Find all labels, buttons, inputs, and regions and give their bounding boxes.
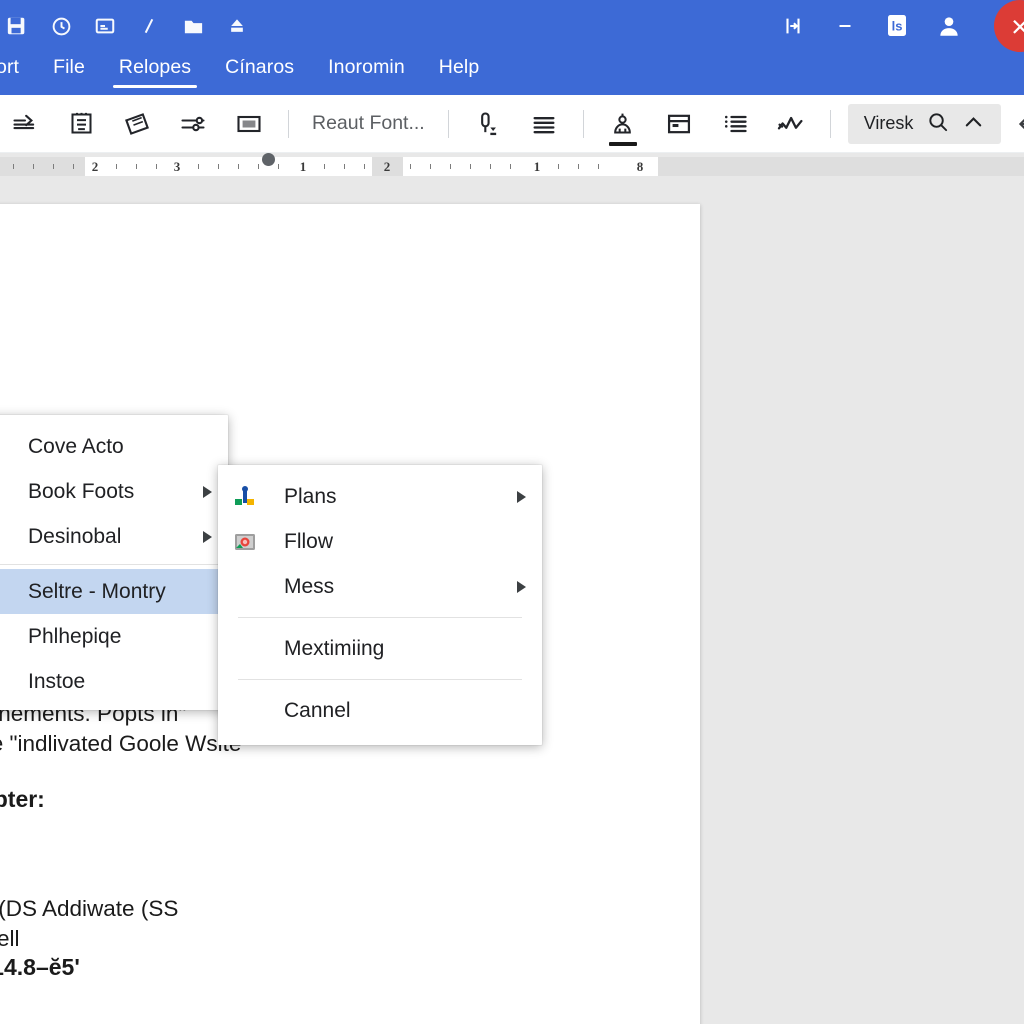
chevron-right-icon [517, 580, 526, 593]
doc-subheading: Sipter: [0, 786, 45, 812]
person-icon[interactable] [602, 104, 644, 146]
menu-item-file[interactable]: File [36, 48, 102, 95]
context-menu[interactable]: Cove Acto Book Foots Desinobal Seltrе - … [0, 415, 228, 710]
document-canvas: Home rl ahcousd Cry, and time Flow do vi… [0, 180, 1024, 1024]
toolbar-separator [582, 109, 584, 138]
menu-option-book-foots[interactable]: Book Foots [0, 469, 228, 514]
menu-option-cove-acto[interactable]: Cove Acto [0, 424, 228, 469]
submenu-option-label: Mess [284, 574, 335, 598]
ruler-number: 2 [383, 159, 391, 174]
ruler-number: 1 [533, 159, 541, 174]
split-window-icon[interactable] [778, 11, 808, 41]
pin-chart-icon [232, 484, 258, 510]
submenu-option-label: Mextimiing [284, 636, 385, 660]
close-button[interactable]: × [994, 0, 1024, 52]
print-preview-icon[interactable] [92, 13, 118, 39]
search-label: Viresk [863, 113, 914, 133]
minimize-icon[interactable] [830, 11, 860, 41]
ruler-number: 8 [636, 159, 644, 174]
chevron-up-icon[interactable] [962, 110, 985, 138]
ruler-number: 3 [173, 159, 181, 174]
folder-icon[interactable] [180, 13, 206, 39]
toolbar-separator [288, 109, 289, 138]
title-bar: ls × ort File Relopes Cínaros Inoromin H… [0, 0, 1024, 95]
toolbar-separator [447, 109, 449, 138]
menu-option-label: Cove Acto [28, 434, 124, 458]
menu-option-label: Instoe [28, 669, 86, 693]
list-icon[interactable] [714, 104, 756, 144]
chevron-right-icon [517, 490, 526, 503]
menu-separator [238, 617, 522, 618]
indent-marker[interactable] [262, 153, 275, 166]
menu-option-desinobal[interactable]: Desinobal [0, 514, 228, 559]
menu-item-inoromin[interactable]: Inoromin [311, 48, 422, 95]
title-row: ls × [0, 0, 1024, 52]
save-icon[interactable] [4, 13, 30, 39]
toolbar-separator [829, 109, 831, 138]
window-icon[interactable] [658, 104, 700, 144]
menu-item-cinaros[interactable]: Cínaros [208, 48, 311, 95]
close-icon: × [1010, 8, 1024, 44]
docs-badge-icon[interactable]: ls [882, 11, 912, 41]
doc-paragraph: e) (DS Addiwate (SS [0, 896, 179, 921]
ruler-number: 1 [299, 159, 307, 174]
sub-menu[interactable]: Plans Fllow Mess Mextimiing Cannel [218, 465, 542, 745]
indent-icon[interactable] [4, 104, 46, 144]
menu-separator [0, 564, 228, 565]
submenu-option-mextimiing[interactable]: Mextimiing [218, 626, 542, 671]
menu-option-label: Desinobal [28, 524, 122, 548]
menu-separator [238, 679, 522, 680]
quick-access-toolbar [0, 8, 250, 44]
upload-icon[interactable] [224, 13, 250, 39]
menu-bar: ort File Relopes Cínaros Inoromin Help [0, 48, 1024, 95]
ruler[interactable]: 2 3 1 2 1 8 [0, 153, 1024, 180]
image-icon[interactable] [228, 104, 270, 144]
app-window: ls × ort File Relopes Cínaros Inoromin H… [0, 0, 1024, 1024]
doc-paragraph: ate "indlivated Goole Wsite" [0, 731, 249, 756]
search-icon[interactable] [926, 110, 949, 138]
menu-option-phlhepiqe[interactable]: Phlhepiqe [0, 614, 228, 659]
font-selector[interactable]: Reaut Font... [300, 112, 437, 135]
chevron-right-icon [203, 530, 212, 543]
tag-icon[interactable] [116, 104, 158, 144]
ruler-number: 2 [91, 159, 99, 174]
submenu-option-label: Plans [284, 484, 337, 508]
menu-option-label: Book Foots [28, 479, 135, 503]
submenu-option-label: Cannel [284, 698, 351, 722]
menu-option-label: Seltrе - Montry [28, 579, 166, 603]
svg-text:ls: ls [892, 19, 903, 34]
menu-option-instoe[interactable]: Instoe [0, 659, 228, 704]
submenu-option-plans[interactable]: Plans [218, 474, 542, 519]
submenu-option-fllow[interactable]: Fllow [218, 519, 542, 564]
submenu-option-cannel[interactable]: Cannel [218, 688, 542, 733]
clock-icon[interactable] [48, 13, 74, 39]
search-box[interactable]: Viresk [847, 103, 1002, 144]
doc-paragraph: y 14.8–ĕ5' [0, 954, 80, 980]
photo-red-icon [232, 529, 258, 555]
chevron-right-icon [203, 485, 212, 498]
chart-icon[interactable] [770, 104, 812, 144]
doc-paragraph: e tell [0, 926, 20, 951]
window-controls: ls × [778, 0, 1024, 52]
menu-option-seltre-montry[interactable]: Seltrе - Montry [0, 569, 228, 614]
slash-icon[interactable] [136, 13, 162, 39]
menu-item-relopes[interactable]: Relopes [102, 48, 208, 95]
submenu-option-mess[interactable]: Mess [218, 564, 542, 609]
clipboard-icon[interactable] [60, 104, 102, 144]
toolbar: Reaut Font... Viresk [0, 95, 1024, 153]
sliders-icon[interactable] [172, 104, 214, 144]
menu-option-label: Phlhepiqe [28, 624, 122, 648]
arrow-left-icon[interactable] [1015, 111, 1024, 137]
align-icon[interactable] [523, 104, 565, 144]
menu-item-ort[interactable]: ort [0, 48, 36, 95]
microphone-dropdown-icon[interactable] [467, 104, 509, 144]
menu-item-help[interactable]: Help [422, 48, 497, 95]
submenu-option-label: Fllow [284, 529, 334, 553]
account-icon[interactable] [934, 11, 964, 41]
